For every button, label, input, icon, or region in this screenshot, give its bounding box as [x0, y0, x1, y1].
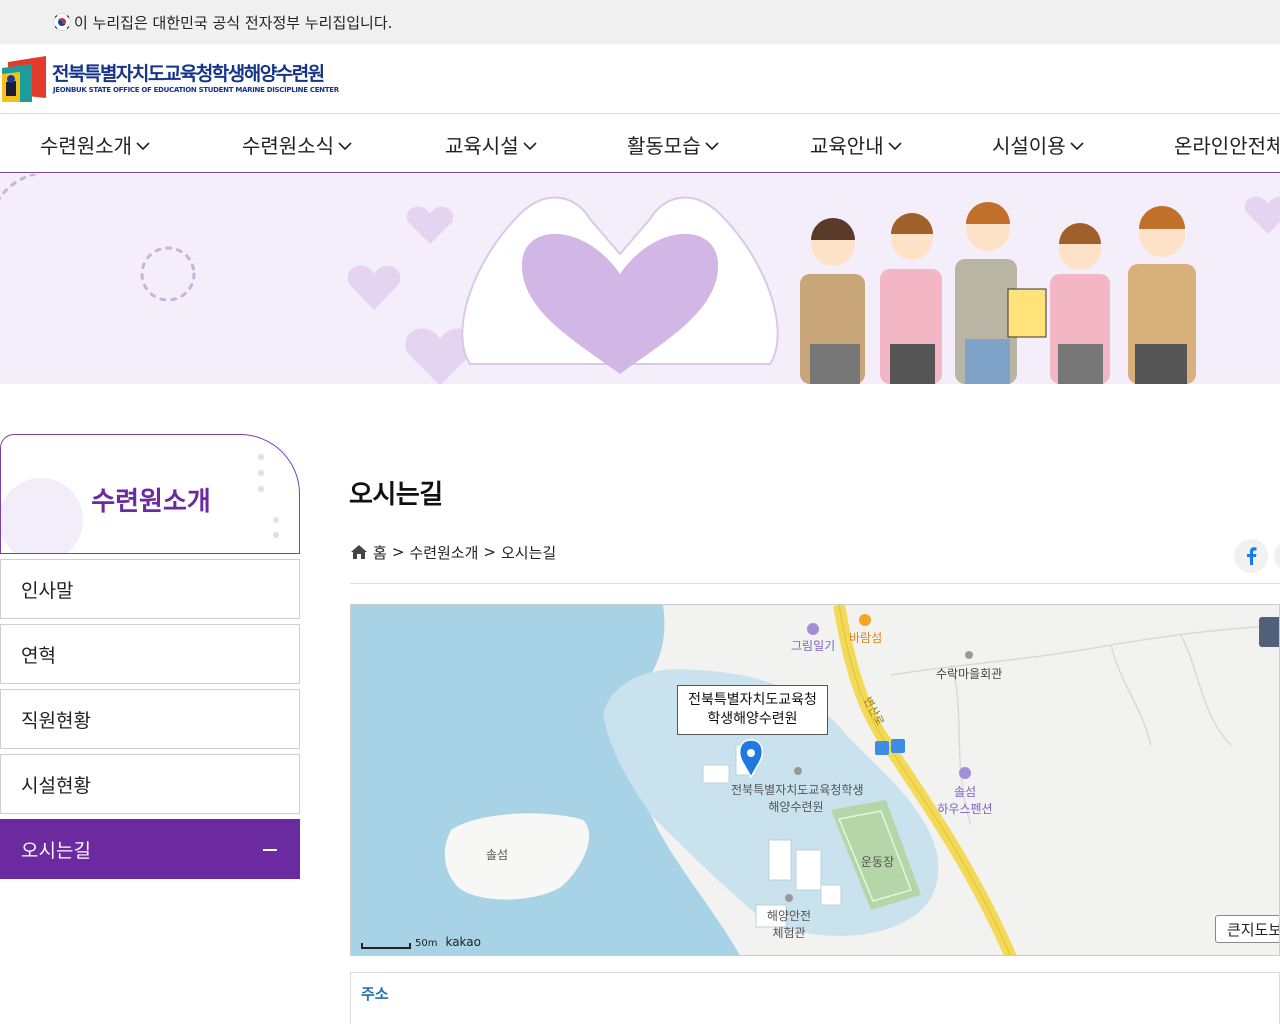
map-label-field: 운동장 — [861, 855, 895, 869]
map-label-baramseom: 바람섬 — [849, 631, 883, 645]
logo-emblem-icon[interactable] — [2, 54, 48, 104]
nav-item-label: 온라인안전체 — [1174, 133, 1280, 158]
breadcrumb: 홈 > 수련원소개 > 오시는길 — [350, 542, 556, 562]
map-label-geurim: 그림일기 — [791, 639, 836, 653]
nav-item-intro[interactable]: 수련원소개 — [40, 115, 151, 173]
gov-banner: 이 누리집은 대한민국 공식 전자정부 누리집입니다. — [0, 0, 1280, 44]
map-label-safety-line1: 해양안전 — [766, 909, 812, 923]
page-title: 오시는길 — [349, 480, 443, 510]
chevron-down-icon — [888, 142, 902, 151]
location-map[interactable]: 전북특별자치도교육청 학생해양수련원 그림일기 바람섬 수락마을회관 전북특별자… — [350, 604, 1280, 956]
sidebar-item-label: 오시는길 — [21, 839, 91, 862]
nav-item-usage[interactable]: 시설이용 — [992, 115, 1085, 173]
gov-banner-text: 이 누리집은 대한민국 공식 전자정부 누리집입니다. — [74, 14, 393, 32]
big-map-button[interactable]: 큰지도보기 — [1215, 915, 1279, 943]
site-header: 전북특별자치도교육청학생해양수련원 JEONBUK STATE OFFICE O… — [0, 44, 1280, 114]
breadcrumb-level1[interactable]: 수련원소개 — [409, 542, 478, 563]
map-label-pension-line2: 하우스펜션 — [937, 802, 993, 816]
address-box: 주소 — [350, 972, 1280, 1024]
chevron-down-icon — [338, 142, 352, 151]
nav-item-news[interactable]: 수련원소식 — [242, 115, 353, 173]
map-label-safety: 해양안전 체험관 — [763, 907, 815, 941]
map-scalebar: 50m kakao — [361, 935, 481, 949]
nav-item-activities[interactable]: 활동모습 — [627, 115, 720, 173]
sidebar-item-facilities[interactable]: 시설현황 — [0, 754, 300, 814]
nav-item-label: 교육안내 — [810, 133, 884, 158]
breadcrumb-separator: > — [483, 543, 496, 561]
sidebar-item-greeting[interactable]: 인사말 — [0, 559, 300, 619]
sidebar-item-directions[interactable]: 오시는길 — [0, 819, 300, 879]
map-label-solseom: 솔섬 — [486, 848, 509, 862]
map-label-safety-line2: 체험관 — [772, 926, 806, 940]
scalebar-value: 50m — [415, 938, 438, 949]
map-label-center-line2: 해양수련원 — [768, 800, 824, 814]
map-label-surak: 수락마을회관 — [936, 667, 1003, 681]
scalebar-line — [361, 943, 411, 949]
map-info-window: 전북특별자치도교육청 학생해양수련원 — [677, 685, 828, 735]
share-button[interactable] — [1274, 539, 1280, 573]
logo-subtitle: JEONBUK STATE OFFICE OF EDUCATION STUDEN… — [53, 86, 339, 94]
nav-item-online-safety[interactable]: 온라인안전체 — [1174, 115, 1280, 173]
hero-banner — [0, 174, 1280, 384]
chevron-down-icon — [136, 142, 150, 151]
divider — [350, 583, 1280, 584]
nav-item-label: 수련원소개 — [40, 133, 132, 158]
breadcrumb-home[interactable]: 홈 — [373, 542, 387, 563]
map-label-center: 전북특별자치도교육청학생 해양수련원 — [731, 781, 864, 815]
chevron-down-icon — [523, 142, 537, 151]
nav-item-label: 수련원소식 — [242, 133, 334, 158]
chevron-down-icon — [705, 142, 719, 151]
sidebar-title: 수련원소개 — [91, 487, 211, 517]
breadcrumb-separator: > — [391, 543, 405, 561]
map-type-control[interactable] — [1259, 617, 1279, 647]
sidebar-item-label: 연혁 — [21, 644, 56, 667]
sidebar-header: 수련원소개 — [0, 434, 300, 554]
minus-icon — [263, 849, 277, 851]
chevron-down-icon — [1070, 142, 1084, 151]
sidebar-item-staff[interactable]: 직원현황 — [0, 689, 300, 749]
main-nav: 수련원소개 수련원소식 교육시설 활동모습 교육안내 시설이용 온라인안전체 — [0, 115, 1280, 173]
sidebar-item-label: 직원현황 — [21, 709, 91, 732]
facebook-share-button[interactable] — [1234, 539, 1268, 573]
nav-item-label: 교육시설 — [445, 133, 519, 158]
banner-illustration — [0, 174, 1280, 384]
map-label-pension-line1: 솔섬 — [953, 785, 977, 799]
home-icon[interactable] — [350, 544, 368, 560]
map-label-center-line1: 전북특별자치도교육청학생 — [731, 783, 864, 797]
address-label: 주소 — [361, 985, 389, 1003]
nav-item-label: 시설이용 — [992, 133, 1066, 158]
map-info-line2: 학생해양수련원 — [707, 711, 798, 727]
facebook-icon — [1247, 547, 1257, 565]
nav-item-label: 활동모습 — [627, 133, 701, 158]
korea-flag-icon — [53, 13, 71, 31]
kakao-logo: kakao — [445, 935, 481, 949]
nav-item-education[interactable]: 교육안내 — [810, 115, 903, 173]
sidebar-item-label: 인사말 — [21, 579, 74, 602]
breadcrumb-level2[interactable]: 오시는길 — [501, 542, 556, 563]
logo-title[interactable]: 전북특별자치도교육청학생해양수련원 — [52, 59, 325, 86]
map-info-line1: 전북특별자치도교육청 — [688, 692, 817, 708]
sidebar-item-label: 시설현황 — [21, 774, 91, 797]
map-label-pension: 솔섬 하우스펜션 — [934, 783, 996, 817]
nav-item-facilities[interactable]: 교육시설 — [445, 115, 538, 173]
sidebar-item-history[interactable]: 연혁 — [0, 624, 300, 684]
